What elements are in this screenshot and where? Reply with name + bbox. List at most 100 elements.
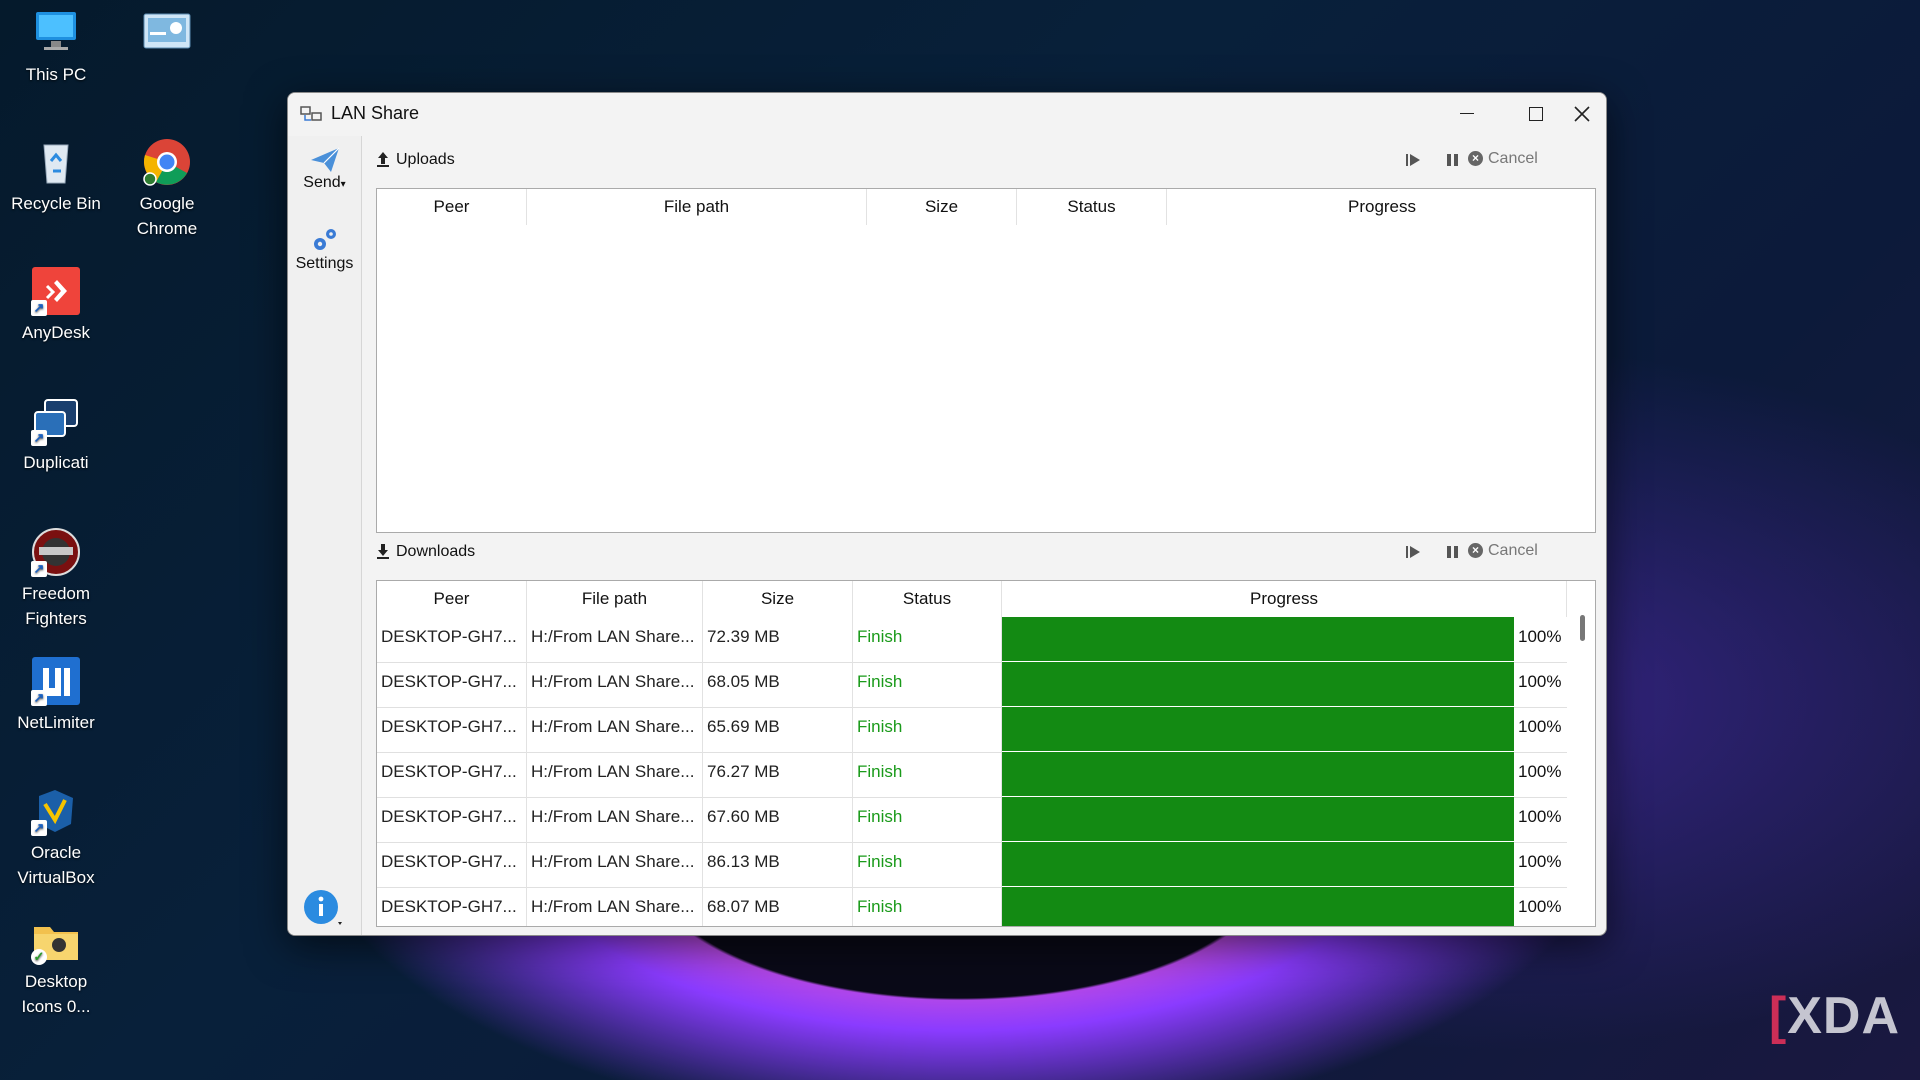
download-rows: DESKTOP-GH7... H:/From LAN Share... 72.39 … [377,617,1567,926]
cancel-button[interactable]: × Cancel [1468,150,1538,168]
column-header-file-path[interactable]: File path [527,581,703,617]
cancel-label: Cancel [1488,150,1538,167]
column-header-peer[interactable]: Peer [377,189,527,225]
desktop-icon-label: NetLimiter [17,713,95,732]
cell-file-path: H:/From LAN Share... [527,842,703,887]
gears-icon [313,229,336,250]
cell-size: 86.13 MB [703,842,853,887]
anydesk-icon: ↗ [31,266,81,316]
downloads-table: Peer File path Size Status Progress DESK… [376,580,1596,927]
desktop-icon-desktop-icons[interactable]: ✓ Desktop Icons 0... [6,915,106,1019]
scrollbar-thumb[interactable] [1580,615,1585,641]
cell-size: 65.69 MB [703,707,853,752]
cell-status: Finish [853,842,1002,887]
progress-bar-fill [1002,617,1514,661]
table-row[interactable]: DESKTOP-GH7... H:/From LAN Share... 65.69 … [377,707,1567,753]
column-header-peer[interactable]: Peer [377,581,527,617]
table-row[interactable]: DESKTOP-GH7... H:/From LAN Share... 68.05 … [377,662,1567,708]
table-row[interactable]: DESKTOP-GH7... H:/From LAN Share... 68.07 … [377,887,1567,926]
cell-status: Finish [853,617,1002,662]
info-icon [304,890,342,925]
desktop-icon-duplicati[interactable]: ↗ Duplicati [6,396,106,475]
resume-button[interactable] [1404,542,1422,562]
column-header-progress[interactable]: Progress [1002,581,1567,617]
progress-bar [1002,887,1514,926]
progress-bar-fill [1002,662,1514,706]
virtualbox-icon: ↗ [31,786,81,836]
cancel-button[interactable]: × Cancel [1468,542,1538,560]
shortcut-arrow-icon: ↗ [31,430,47,446]
desktop-icon-google-chrome[interactable]: Google Chrome [117,137,217,241]
cell-peer: DESKTOP-GH7... [377,887,527,926]
progress-percent: 100% [1518,627,1562,646]
column-header-file-path[interactable]: File path [527,189,867,225]
progress-percent: 100% [1518,852,1562,871]
settings-label: Settings [295,255,354,272]
send-button[interactable]: Send▾ [288,146,361,192]
cell-file-path: H:/From LAN Share... [527,797,703,842]
send-label: Send [303,174,341,191]
cell-peer: DESKTOP-GH7... [377,707,527,752]
chrome-icon [142,137,192,187]
column-header-status[interactable]: Status [1017,189,1167,225]
desktop-icon-recycle-bin[interactable]: Recycle Bin [6,137,106,216]
cancel-icon: × [1468,151,1483,166]
paper-plane-icon [310,147,339,172]
cell-status: Finish [853,797,1002,842]
info-button[interactable] [304,889,346,929]
desktop-icon-display[interactable] [117,8,217,62]
column-header-progress[interactable]: Progress [1167,189,1595,225]
table-row[interactable]: DESKTOP-GH7... H:/From LAN Share... 72.39 … [377,617,1567,663]
close-icon [1574,106,1590,122]
monitor-icon [31,8,81,58]
desktop-icon-label: Google Chrome [136,194,198,238]
cell-file-path: H:/From LAN Share... [527,617,703,662]
freedom-fighters-icon: ↗ [31,527,81,577]
desktop-icon-netlimiter[interactable]: ↗ NetLimiter [6,656,106,735]
minimize-icon [1460,113,1474,114]
pause-button[interactable] [1444,150,1462,170]
desktop-icon-label: Oracle VirtualBox [17,843,95,887]
cancel-label: Cancel [1488,542,1538,559]
title-bar[interactable]: LAN Share [288,93,1606,135]
table-row[interactable]: DESKTOP-GH7... H:/From LAN Share... 76.27 … [377,752,1567,798]
resume-button[interactable] [1404,150,1422,170]
desktop-icon-oracle-virtualbox[interactable]: ↗ Oracle VirtualBox [6,786,106,890]
cell-size: 76.27 MB [703,752,853,797]
cell-peer: DESKTOP-GH7... [377,842,527,887]
column-header-size[interactable]: Size [703,581,853,617]
progress-bar [1002,707,1514,751]
table-row[interactable]: DESKTOP-GH7... H:/From LAN Share... 86.13 … [377,842,1567,888]
settings-button[interactable]: Settings [288,225,361,273]
progress-bar [1002,842,1514,886]
column-header-status[interactable]: Status [853,581,1002,617]
cell-size: 67.60 MB [703,797,853,842]
cell-status: Finish [853,662,1002,707]
desktop-icon-this-pc[interactable]: This PC [6,8,106,87]
download-icon [377,544,389,559]
lan-share-window: LAN Share Send▾ Settings Uploads × Cancel [287,92,1607,936]
maximize-button[interactable] [1500,93,1570,135]
progress-bar-fill [1002,887,1514,926]
close-button[interactable] [1570,93,1606,135]
desktop-icon-anydesk[interactable]: ↗ AnyDesk [6,266,106,345]
sidebar: Send▾ Settings [288,136,362,935]
xda-watermark: [XDA [1768,987,1900,1045]
cell-peer: DESKTOP-GH7... [377,797,527,842]
cell-peer: DESKTOP-GH7... [377,662,527,707]
cell-peer: DESKTOP-GH7... [377,617,527,662]
pause-button[interactable] [1444,542,1462,562]
cell-file-path: H:/From LAN Share... [527,887,703,926]
desktop-icon-freedom-fighters[interactable]: ↗ Freedom Fighters [6,527,106,631]
netlimiter-icon: ↗ [31,656,81,706]
progress-percent: 100% [1518,807,1562,826]
dropdown-arrow-icon: ▾ [340,179,346,190]
minimize-button[interactable] [1430,93,1500,135]
table-row[interactable]: DESKTOP-GH7... H:/From LAN Share... 67.60 … [377,797,1567,843]
cell-file-path: H:/From LAN Share... [527,752,703,797]
xda-logo-icon: [ [1768,987,1788,1045]
display-settings-icon [142,8,192,58]
cancel-icon: × [1468,543,1483,558]
recycle-bin-icon [31,137,81,187]
column-header-size[interactable]: Size [867,189,1017,225]
